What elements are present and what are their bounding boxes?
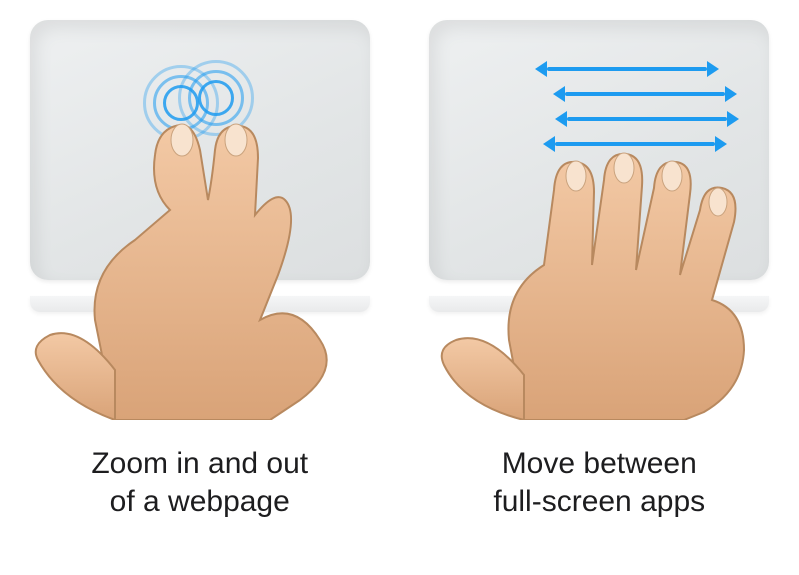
gesture-card-pinch-zoom: Zoom in and out of a webpage bbox=[0, 0, 400, 575]
gesture-help-page: Zoom in and out of a webpage bbox=[0, 0, 799, 575]
hand-icon bbox=[0, 40, 380, 420]
gesture-illustration bbox=[419, 10, 779, 440]
gesture-caption: Move between full-screen apps bbox=[493, 445, 705, 520]
gesture-caption: Zoom in and out of a webpage bbox=[91, 445, 308, 520]
gesture-illustration bbox=[20, 10, 380, 440]
gesture-card-swipe-fullscreen: Move between full-screen apps bbox=[400, 0, 799, 575]
hand-icon bbox=[404, 40, 784, 420]
